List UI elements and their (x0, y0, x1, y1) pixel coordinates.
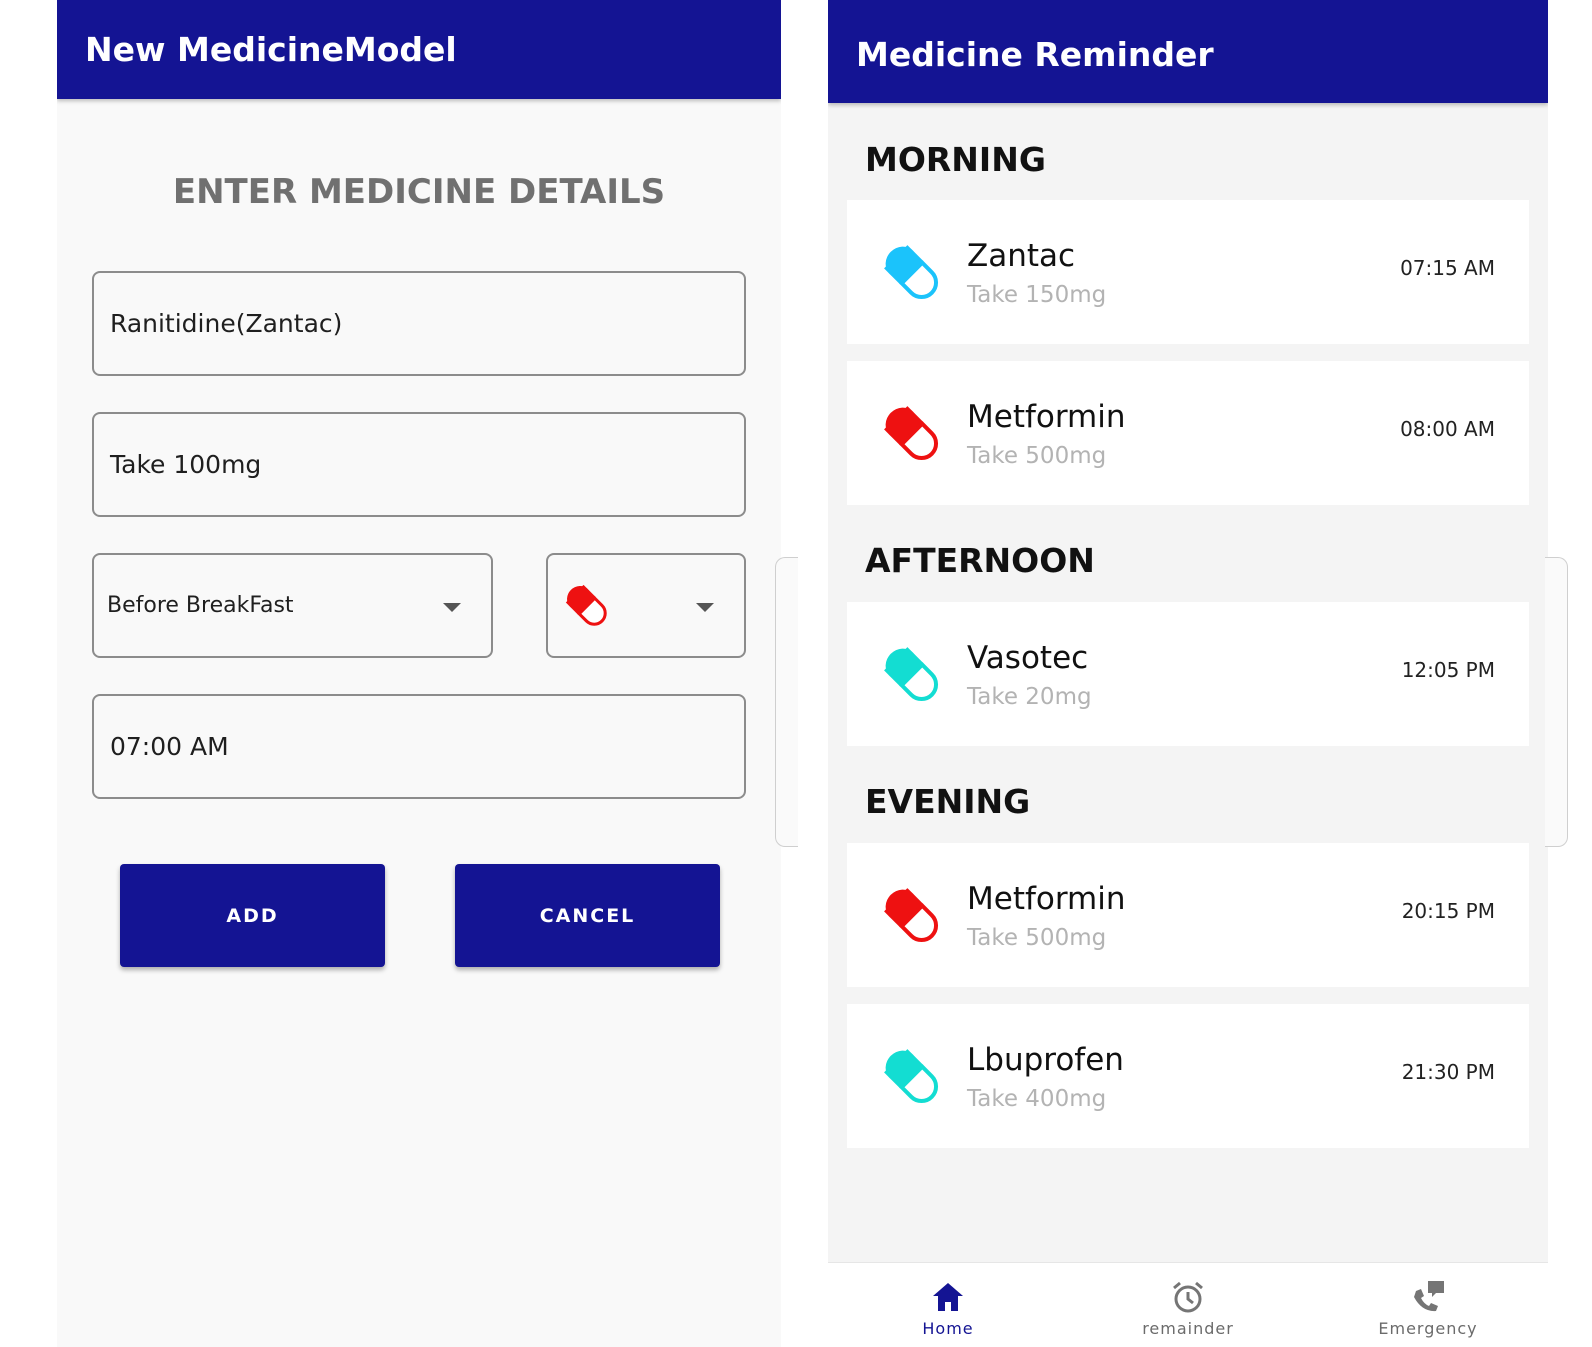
app-bar: New MedicineModel (57, 0, 781, 99)
bottom-navigation: Home remainder Emergency (828, 1262, 1548, 1347)
medicine-card[interactable]: Zantac Take 150mg 07:15 AM (847, 200, 1529, 344)
meal-time-value: Before BreakFast (107, 593, 294, 618)
red-pill-icon (884, 888, 939, 943)
dropdown-arrow-icon (696, 603, 714, 612)
medicine-name: Metformin (967, 881, 1126, 917)
medicine-time: 07:15 AM (1400, 256, 1495, 280)
medicine-time: 12:05 PM (1401, 658, 1495, 682)
nav-item-home[interactable]: Home (868, 1263, 1028, 1347)
home-icon (933, 1283, 963, 1311)
app-bar-title: New MedicineModel (85, 30, 457, 69)
new-medicine-screen: New MedicineModel ENTER MEDICINE DETAILS… (57, 0, 781, 1347)
add-button[interactable]: ADD (120, 864, 385, 967)
teal-pill-icon (884, 1049, 939, 1104)
medicine-time: 20:15 PM (1401, 899, 1495, 923)
medicine-dose: Take 400mg (967, 1086, 1107, 1112)
dropdown-arrow-icon (443, 603, 461, 612)
medicine-reminder-screen: Medicine Reminder MORNING Zantac Take 150m… (828, 0, 1548, 1347)
medicine-card[interactable]: Lbuprofen Take 400mg 21:30 PM (847, 1004, 1529, 1148)
medicine-name-field[interactable]: Ranitidine(Zantac) (92, 271, 746, 376)
nav-label: Emergency (1378, 1319, 1478, 1338)
medicine-name-value: Ranitidine(Zantac) (110, 309, 343, 338)
medicine-name: Metformin (967, 399, 1126, 435)
app-bar: Medicine Reminder (828, 0, 1548, 103)
dosage-value: Take 100mg (110, 450, 262, 479)
blue-pill-icon (884, 245, 939, 300)
medicine-name: Vasotec (967, 640, 1089, 676)
medicine-time: 21:30 PM (1401, 1060, 1495, 1084)
nav-item-emergency[interactable]: Emergency (1348, 1263, 1508, 1347)
medicine-dose: Take 20mg (967, 684, 1092, 710)
red-pill-icon (565, 584, 607, 626)
cancel-button[interactable]: CANCEL (455, 864, 720, 967)
nav-label: remainder (1142, 1319, 1234, 1338)
pill-color-dropdown[interactable] (546, 553, 746, 658)
section-title-evening: EVENING (865, 782, 1031, 821)
time-field[interactable]: 07:00 AM (92, 694, 746, 799)
medicine-card[interactable]: Metformin Take 500mg 08:00 AM (847, 361, 1529, 505)
section-title-morning: MORNING (865, 140, 1046, 179)
dialog-edge (1545, 557, 1568, 847)
meal-time-dropdown[interactable]: Before BreakFast (92, 553, 493, 658)
nav-label: Home (922, 1319, 974, 1338)
medicine-card[interactable]: Metformin Take 500mg 20:15 PM (847, 843, 1529, 987)
teal-pill-icon (884, 647, 939, 702)
medicine-name: Zantac (967, 238, 1076, 274)
form-heading: ENTER MEDICINE DETAILS (172, 172, 666, 212)
section-title-afternoon: AFTERNOON (865, 541, 1095, 580)
time-value: 07:00 AM (110, 732, 229, 761)
medicine-dose: Take 500mg (967, 925, 1107, 951)
dialog-edge (775, 557, 798, 847)
medicine-card[interactable]: Vasotec Take 20mg 12:05 PM (847, 602, 1529, 746)
alarm-clock-icon (1173, 1281, 1203, 1313)
medicine-name: Lbuprofen (967, 1042, 1124, 1078)
phone-chat-icon (1414, 1281, 1444, 1312)
red-pill-icon (884, 406, 939, 461)
medicine-time: 08:00 AM (1400, 417, 1495, 441)
dosage-field[interactable]: Take 100mg (92, 412, 746, 517)
nav-item-remainder[interactable]: remainder (1108, 1263, 1268, 1347)
medicine-dose: Take 150mg (967, 282, 1107, 308)
app-bar-title: Medicine Reminder (856, 35, 1214, 74)
medicine-dose: Take 500mg (967, 443, 1107, 469)
